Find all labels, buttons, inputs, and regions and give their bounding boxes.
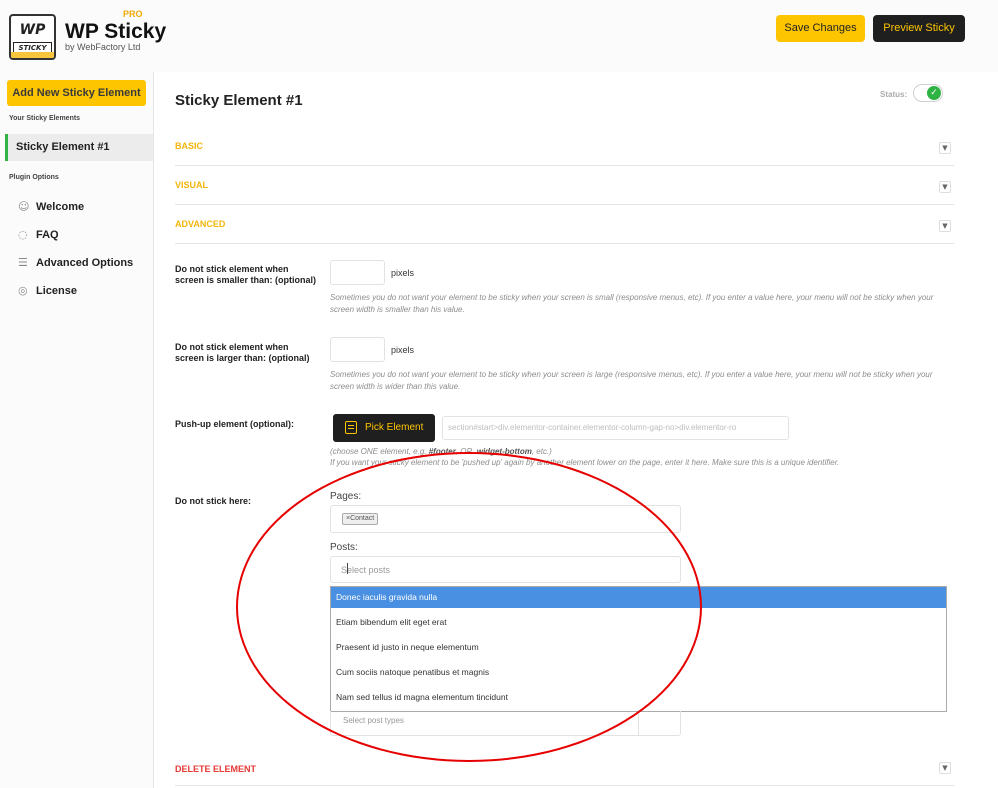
sliders-icon: ☰ [18, 256, 28, 269]
sidebar-item-label: Welcome [36, 201, 85, 213]
handshake-icon: ☺ [18, 200, 30, 213]
brand-subtitle: by WebFactory Ltd [65, 42, 141, 52]
page-tag-contact[interactable]: ×Contact [342, 513, 379, 525]
min-screen-unit: pixels [391, 268, 415, 278]
wp-sticky-logo: WP STICKY [9, 14, 56, 60]
pick-element-button[interactable]: Pick Element [333, 414, 435, 442]
sidebar-item-label: License [36, 285, 77, 297]
section-advanced[interactable]: ADVANCED ▼ [175, 205, 954, 244]
sidebar-item-advanced-options[interactable]: ☰ Advanced Options [18, 254, 133, 272]
sidebar-item-sticky-element-1[interactable]: Sticky Element #1 [5, 134, 153, 161]
save-changes-button[interactable]: Save Changes [776, 15, 865, 42]
brand-title: WP Sticky [65, 20, 167, 43]
text-cursor [347, 563, 348, 574]
add-new-sticky-element-button[interactable]: Add New Sticky Element [7, 80, 146, 106]
sidebar-item-welcome[interactable]: ☺ Welcome [18, 198, 84, 216]
section-basic-label: BASIC [175, 141, 204, 151]
min-screen-width-input[interactable] [330, 260, 385, 285]
preview-sticky-button[interactable]: Preview Sticky [873, 15, 965, 42]
min-screen-help: Sometimes you do not want your element t… [330, 293, 934, 314]
posts-placeholder: Select posts [341, 565, 391, 575]
max-screen-width-input[interactable] [330, 337, 385, 362]
post-types-multiselect[interactable]: Select post types [330, 711, 681, 736]
sidebar-item-faq[interactable]: ◌ FAQ [18, 226, 59, 244]
chat-bubble-icon: ◌ [18, 228, 28, 241]
posts-dropdown: Donec iaculis gravida nulla Etiam bibend… [330, 586, 947, 712]
pro-badge: PRO [123, 9, 143, 19]
chevron-down-icon[interactable]: ▼ [939, 142, 951, 154]
your-sticky-elements-caption: Your Sticky Elements [9, 115, 81, 122]
post-types-placeholder: Select post types [343, 716, 404, 725]
list-item[interactable]: Etiam bibendum elit eget erat [331, 612, 946, 633]
picker-icon [345, 421, 357, 434]
sidebar-item-label: FAQ [36, 229, 59, 241]
max-screen-label: Do not stick element when screen is larg… [175, 342, 310, 363]
section-advanced-label: ADVANCED [175, 219, 226, 229]
delete-element-section[interactable]: DELETE ELEMENT ▼ [175, 750, 954, 786]
max-screen-unit: pixels [391, 345, 415, 355]
top-bar: WP STICKY WP Sticky PRO by WebFactory Lt… [0, 0, 998, 72]
status-toggle[interactable]: ✓ [913, 84, 943, 102]
max-screen-help: Sometimes you do not want your element t… [330, 370, 933, 391]
page-title: Sticky Element #1 [175, 92, 303, 109]
sidebar-item-license[interactable]: ◎ License [18, 282, 77, 300]
pick-element-label: Pick Element [365, 422, 424, 433]
posts-caption: Posts: [330, 542, 358, 553]
list-item[interactable]: Nam sed tellus id magna elementum tincid… [331, 687, 946, 708]
sidebar-item-label: Advanced Options [36, 257, 134, 269]
section-basic[interactable]: BASIC ▼ [175, 127, 954, 166]
plugin-options-caption: Plugin Options [9, 174, 59, 181]
list-item[interactable]: Donec iaculis gravida nulla [331, 587, 946, 608]
pushup-label: Push-up element (optional): [175, 419, 294, 429]
divider [638, 711, 639, 735]
no-stick-label: Do not stick here: [175, 496, 252, 506]
pages-multiselect[interactable]: ×Contact [330, 505, 681, 533]
shield-check-icon: ◎ [18, 284, 28, 297]
min-screen-label: Do not stick element when screen is smal… [175, 264, 317, 285]
chevron-down-icon[interactable]: ▼ [939, 220, 951, 232]
logo-wp-text: WP [19, 22, 46, 38]
sidebar: Add New Sticky Element Your Sticky Eleme… [0, 72, 154, 788]
chevron-down-icon[interactable]: ▼ [939, 762, 951, 774]
check-icon: ✓ [927, 86, 941, 100]
pushup-help: (choose ONE element, e.g. #footer, OR .w… [330, 447, 840, 467]
pushup-selector-input[interactable]: section#start>div.elementor-container.el… [442, 416, 789, 440]
list-item[interactable]: Cum sociis natoque penatibus et magnis [331, 662, 946, 683]
section-visual-label: VISUAL [175, 180, 209, 190]
logo-stripe [11, 52, 54, 58]
status-label: Status: [880, 90, 908, 99]
posts-search-input[interactable]: Select posts [330, 556, 681, 583]
delete-element-label: DELETE ELEMENT [175, 764, 257, 774]
list-item[interactable]: Praesent id justo in neque elementum [331, 637, 946, 658]
section-visual[interactable]: VISUAL ▼ [175, 166, 954, 205]
chevron-down-icon[interactable]: ▼ [939, 181, 951, 193]
pages-caption: Pages: [330, 491, 362, 502]
